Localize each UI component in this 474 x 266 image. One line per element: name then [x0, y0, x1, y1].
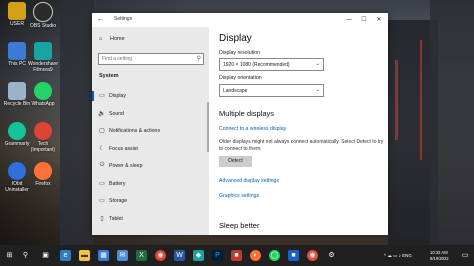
filmora-icon	[34, 42, 52, 60]
word-icon[interactable]: W	[174, 250, 185, 261]
window-title: Settings	[114, 16, 133, 22]
orientation-dropdown[interactable]: Landscape ⌄	[219, 84, 324, 97]
sidebar-item-power-sleep[interactable]: ⏻ Power & sleep	[92, 160, 209, 172]
back-arrow-icon[interactable]: ←	[97, 16, 105, 24]
whatsapp-icon[interactable]: ◯	[269, 250, 280, 261]
desktop-icon-tech[interactable]: Tech (Important)	[26, 122, 60, 153]
orientation-label: Display orientation	[219, 75, 262, 81]
sidebar-item-sound[interactable]: 🔈 Sound	[92, 108, 209, 120]
search-placeholder: Find a setting	[102, 56, 133, 62]
display-icon: ▭	[99, 93, 105, 99]
graphics-settings-link[interactable]: Graphics settings	[219, 193, 259, 199]
resolution-dropdown[interactable]: 1920 × 1080 (Recommended) ⌄	[219, 58, 324, 71]
close-button[interactable]: ✕	[372, 15, 386, 25]
settings-icon[interactable]: ⚙	[326, 250, 337, 261]
battery-icon: ▭	[99, 181, 105, 187]
desktop-icon-whatsapp[interactable]: WhatsApp	[26, 82, 60, 107]
folder-icon	[8, 2, 26, 20]
notification-center-icon[interactable]: ▭	[461, 250, 469, 261]
storage-icon: ▭	[99, 198, 105, 204]
grammarly-icon	[8, 122, 26, 140]
sidebar-item-display[interactable]: ▭ Display	[92, 90, 209, 102]
chevron-down-icon: ⌄	[315, 86, 320, 93]
firefox-icon[interactable]: ◐	[250, 250, 261, 261]
excel-icon[interactable]: X	[136, 250, 147, 261]
sidebar-item-label: Display	[109, 93, 127, 99]
chevron-down-icon: ⌄	[315, 60, 320, 67]
sidebar-item-label: Notifications & actions	[109, 128, 161, 134]
sidebar-item-label: Tablet	[109, 216, 123, 222]
system-tray[interactable]: ^ ☁ ▭ ♪ ENG	[384, 253, 412, 258]
whatsapp-icon	[34, 82, 52, 100]
taskbar: ⊞ ⚲ ▣ e ▬ ▦ ✉ X ◉ W ◆ P ■ ◐ ◯ ■ ◉ ⚙ ^ ☁ …	[0, 245, 474, 266]
sidebar-item-storage[interactable]: ▭ Storage	[92, 195, 209, 207]
minimize-button[interactable]: —	[342, 15, 356, 25]
settings-sidebar: ⌂ Home Find a setting ⚲ System ▭ Display …	[92, 27, 209, 235]
filmora-icon[interactable]: ◆	[193, 250, 204, 261]
display-settings-pane: Display Display resolution 1920 × 1080 (…	[209, 27, 388, 235]
clock-time[interactable]: 10:32 AM	[430, 250, 448, 255]
detect-button[interactable]: Detect	[219, 156, 252, 167]
home-icon: ⌂	[99, 36, 103, 42]
sound-icon: 🔈	[98, 111, 106, 117]
search-icon: ⚲	[196, 56, 201, 62]
connect-wireless-link[interactable]: Connect to a wireless display	[219, 126, 286, 132]
sleep-better-heading: Sleep better	[219, 221, 260, 230]
task-view-icon[interactable]: ▣	[40, 250, 51, 261]
wallpaper-neon	[420, 40, 422, 160]
title-bar: ← Settings — ☐ ✕	[92, 13, 388, 27]
desktop-icon-obs[interactable]: OBS Studio	[26, 2, 60, 29]
mail-icon[interactable]: ✉	[117, 250, 128, 261]
resolution-value: 1920 × 1080 (Recommended)	[223, 61, 290, 68]
file-explorer-icon[interactable]: ▬	[79, 250, 90, 261]
recycle-bin-icon	[8, 82, 26, 100]
computer-icon	[8, 42, 26, 60]
home-label: Home	[110, 36, 125, 42]
app2-icon[interactable]: ■	[288, 250, 299, 261]
sidebar-item-battery[interactable]: ▭ Battery	[92, 178, 209, 190]
orientation-value: Landscape	[223, 87, 248, 94]
sidebar-item-notifications[interactable]: ▢ Notifications & actions	[92, 125, 209, 137]
search-icon[interactable]: ⚲	[20, 250, 31, 261]
iobit-icon	[8, 162, 26, 180]
notifications-icon: ▢	[99, 128, 105, 134]
sidebar-home[interactable]: ⌂ Home	[99, 36, 125, 42]
chrome2-icon[interactable]: ◉	[307, 250, 318, 261]
sidebar-item-label: Power & sleep	[109, 163, 143, 169]
wallpaper-building	[430, 0, 474, 245]
photoshop-icon[interactable]: P	[212, 250, 223, 261]
sidebar-item-tablet[interactable]: ▯ Tablet	[92, 213, 209, 225]
focus-assist-icon: ☾	[99, 146, 105, 152]
chrome-icon	[34, 122, 52, 140]
active-indicator	[92, 91, 94, 101]
power-icon: ⏻	[99, 162, 105, 168]
store-icon[interactable]: ▦	[98, 250, 109, 261]
detect-info-text: Older displays might not always connect …	[219, 139, 384, 152]
maximize-button[interactable]: ☐	[357, 15, 371, 25]
app-icon[interactable]: ■	[231, 250, 242, 261]
obs-icon	[33, 2, 53, 22]
firefox-icon	[34, 162, 52, 180]
page-title: Display	[219, 33, 252, 44]
chrome-icon[interactable]: ◉	[155, 250, 166, 261]
advanced-display-link[interactable]: Advanced display settings	[219, 178, 279, 184]
sidebar-item-label: Storage	[109, 198, 128, 204]
resolution-label: Display resolution	[219, 50, 260, 56]
sidebar-item-focus-assist[interactable]: ☾ Focus assist	[92, 143, 209, 155]
multiple-displays-heading: Multiple displays	[219, 109, 275, 118]
sidebar-item-label: Focus assist	[109, 146, 138, 152]
wallpaper-neon	[395, 60, 398, 140]
start-icon[interactable]: ⊞	[4, 250, 15, 261]
section-title: System	[99, 73, 119, 79]
search-input[interactable]: Find a setting ⚲	[98, 53, 204, 65]
tablet-icon: ▯	[100, 216, 104, 222]
desktop-icon-firefox[interactable]: Firefox	[26, 162, 60, 187]
clock-date[interactable]: 9/10/2022	[430, 256, 449, 261]
sidebar-item-label: Battery	[109, 181, 126, 187]
wallpaper-building	[60, 0, 94, 245]
desktop-icon-filmora[interactable]: Wondershare Filmora9	[26, 42, 60, 73]
sidebar-item-label: Sound	[109, 111, 125, 117]
settings-window: ← Settings — ☐ ✕ ⌂ Home Find a setting ⚲ …	[92, 13, 388, 235]
edge-icon[interactable]: e	[60, 250, 71, 261]
